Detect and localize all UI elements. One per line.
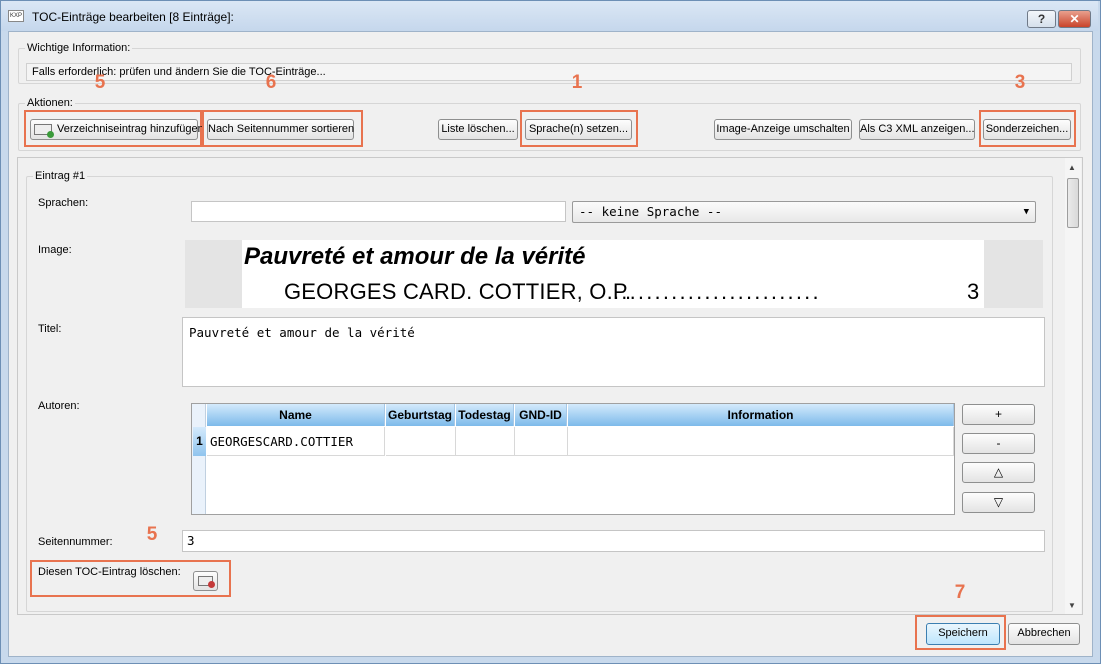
title-textarea[interactable]: Pauvreté et amour de la vérité	[182, 317, 1045, 387]
author-info-cell[interactable]	[568, 427, 954, 456]
info-group-label: Wichtige Information:	[25, 42, 133, 54]
toggle-image-button[interactable]: Image-Anzeige umschalten	[714, 119, 852, 140]
annotation-7: 7	[954, 582, 966, 603]
column-header-birthday[interactable]: Geburtstag	[386, 404, 455, 426]
show-xml-button[interactable]: Als C3 XML anzeigen...	[859, 119, 975, 140]
minus-badge-icon	[208, 581, 215, 588]
languages-label: Sprachen:	[38, 197, 89, 209]
column-header-gnd[interactable]: GND-ID	[515, 404, 567, 426]
column-header-deathday[interactable]: Todestag	[456, 404, 514, 426]
annotation-5b: 5	[146, 524, 158, 545]
remove-author-button[interactable]: -	[962, 433, 1035, 454]
language-select[interactable]: -- keine Sprache -- ▼	[572, 201, 1036, 223]
scroll-down-icon[interactable]: ▼	[1068, 601, 1076, 610]
annotation-3: 3	[1014, 72, 1026, 93]
title-label: Titel:	[38, 323, 62, 335]
set-languages-button[interactable]: Sprache(n) setzen...	[525, 119, 632, 140]
info-text: Falls erforderlich: prüfen und ändern Si…	[26, 63, 1072, 81]
add-entry-icon	[34, 124, 54, 138]
save-button[interactable]: Speichern	[926, 623, 1000, 645]
scroll-up-icon[interactable]: ▲	[1068, 163, 1076, 172]
author-deathday-cell[interactable]	[456, 427, 515, 456]
add-author-button[interactable]: +	[962, 404, 1035, 425]
row-header-column	[192, 404, 206, 514]
author-birthday-cell[interactable]	[386, 427, 456, 456]
app-icon: KXP	[8, 10, 24, 22]
languages-input[interactable]	[191, 201, 566, 222]
image-title-text: Pauvreté et amour de la vérité	[244, 243, 586, 270]
authors-label: Autoren:	[38, 400, 80, 412]
plus-badge-icon	[47, 131, 54, 138]
image-page-number: 3	[967, 279, 980, 304]
image-dot-leader: .........................	[613, 279, 821, 304]
language-select-value: -- keine Sprache --	[579, 204, 722, 219]
cancel-button[interactable]: Abbrechen	[1008, 623, 1080, 645]
window-title: TOC-Einträge bearbeiten [8 Einträge]:	[32, 10, 234, 24]
clear-list-button[interactable]: Liste löschen...	[438, 119, 518, 140]
chevron-down-icon: ▼	[1023, 207, 1029, 217]
column-header-information[interactable]: Information	[568, 404, 954, 426]
add-entry-button[interactable]: Verzeichniseintrag hinzufügen	[30, 119, 204, 140]
scroll-thumb[interactable]	[1067, 178, 1079, 228]
delete-entry-button[interactable]	[193, 571, 218, 591]
annotation-5: 5	[94, 72, 106, 93]
column-header-name[interactable]: Name	[207, 404, 385, 426]
help-button[interactable]: ?	[1027, 10, 1056, 28]
move-author-up-button[interactable]: △	[962, 462, 1035, 483]
actions-group-label: Aktionen:	[25, 97, 75, 109]
add-entry-label: Verzeichniseintrag hinzufügen	[57, 123, 204, 135]
special-chars-button[interactable]: Sonderzeichen...	[983, 119, 1071, 140]
page-number-input[interactable]: 3	[182, 530, 1045, 552]
delete-entry-icon	[198, 576, 215, 588]
delete-entry-label: Diesen TOC-Eintrag löschen:	[38, 566, 181, 578]
image-label: Image:	[38, 244, 72, 256]
annotation-1: 1	[571, 72, 583, 93]
entry-group-label: Eintrag #1	[33, 170, 88, 182]
sort-by-page-button[interactable]: Nach Seitennummer sortieren	[207, 119, 354, 140]
author-gnd-cell[interactable]	[515, 427, 568, 456]
page-number-label: Seitennummer:	[38, 536, 113, 548]
close-button[interactable]: ✕	[1058, 10, 1091, 28]
move-author-down-button[interactable]: ▽	[962, 492, 1035, 513]
annotation-6: 6	[265, 72, 277, 93]
row-index[interactable]: 1	[193, 427, 206, 456]
author-name-cell[interactable]: GEORGESCARD.COTTIER	[207, 427, 385, 456]
image-author-text: GEORGES CARD. COTTIER, O.P.	[284, 279, 632, 304]
